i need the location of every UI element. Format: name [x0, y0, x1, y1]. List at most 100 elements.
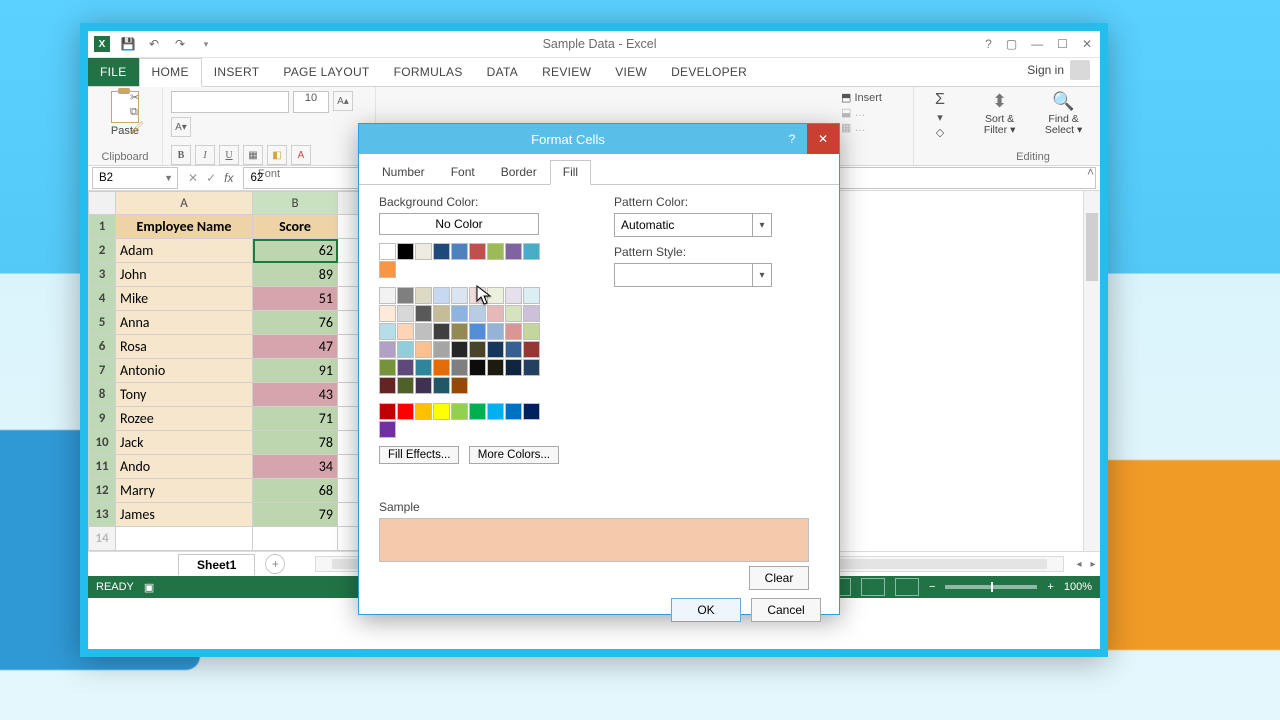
- vertical-scrollbar[interactable]: [1083, 191, 1100, 551]
- color-swatch[interactable]: [451, 403, 468, 420]
- color-swatch[interactable]: [505, 287, 522, 304]
- color-swatch[interactable]: [487, 287, 504, 304]
- view-page-break-button[interactable]: [895, 578, 919, 596]
- dialog-tab-fill[interactable]: Fill: [550, 160, 591, 185]
- color-swatch[interactable]: [415, 305, 432, 322]
- font-color-button[interactable]: A: [291, 145, 311, 165]
- row-header[interactable]: 13: [89, 503, 116, 527]
- color-swatch[interactable]: [379, 359, 396, 376]
- ribbon-display-icon[interactable]: ▢: [1006, 37, 1017, 51]
- tab-file[interactable]: FILE: [88, 58, 139, 86]
- color-swatch[interactable]: [523, 243, 540, 260]
- cell-name[interactable]: James: [116, 503, 253, 527]
- shrink-font-button[interactable]: A▾: [171, 117, 191, 137]
- color-swatch[interactable]: [487, 403, 504, 420]
- color-swatch[interactable]: [397, 323, 414, 340]
- zoom-slider[interactable]: [945, 585, 1037, 589]
- color-swatch[interactable]: [451, 287, 468, 304]
- row-header[interactable]: 10: [89, 431, 116, 455]
- format-painter-icon[interactable]: 🖌: [130, 121, 144, 134]
- color-swatch[interactable]: [523, 359, 540, 376]
- color-swatch[interactable]: [451, 305, 468, 322]
- col-header-b[interactable]: B: [253, 192, 338, 215]
- font-family-combo[interactable]: [171, 91, 289, 113]
- cell-name[interactable]: Rosa: [116, 335, 253, 359]
- zoom-in-icon[interactable]: +: [1047, 581, 1053, 593]
- color-swatch[interactable]: [469, 243, 486, 260]
- color-swatch[interactable]: [433, 341, 450, 358]
- cancel-button[interactable]: Cancel: [751, 598, 821, 622]
- color-swatch[interactable]: [505, 341, 522, 358]
- color-swatch[interactable]: [433, 403, 450, 420]
- cell-score[interactable]: 43: [253, 383, 338, 407]
- color-swatch[interactable]: [451, 341, 468, 358]
- color-swatch[interactable]: [379, 421, 396, 438]
- color-swatch[interactable]: [469, 323, 486, 340]
- row-header[interactable]: 8: [89, 383, 116, 407]
- qat-customize-icon[interactable]: ▾: [198, 36, 214, 52]
- minimize-icon[interactable]: —: [1031, 37, 1043, 51]
- cell-name[interactable]: Rozee: [116, 407, 253, 431]
- scroll-right-icon[interactable]: ▸: [1086, 557, 1100, 571]
- row-header[interactable]: 14: [89, 527, 116, 551]
- italic-button[interactable]: I: [195, 145, 215, 165]
- cell-score[interactable]: 78: [253, 431, 338, 455]
- color-swatch[interactable]: [397, 341, 414, 358]
- cell-name[interactable]: Marry: [116, 479, 253, 503]
- color-swatch[interactable]: [379, 287, 396, 304]
- tab-insert[interactable]: INSERT: [202, 59, 272, 86]
- color-swatch[interactable]: [379, 305, 396, 322]
- color-swatch[interactable]: [379, 377, 396, 394]
- cell-score[interactable]: 68: [253, 479, 338, 503]
- sheet-tab[interactable]: Sheet1: [178, 554, 255, 575]
- close-icon[interactable]: ✕: [1082, 37, 1092, 51]
- add-sheet-button[interactable]: +: [265, 554, 285, 574]
- pattern-style-combo[interactable]: ▾: [614, 263, 772, 287]
- scroll-left-icon[interactable]: ◂: [1072, 557, 1086, 571]
- font-size-combo[interactable]: 10: [293, 91, 329, 113]
- color-swatch[interactable]: [397, 403, 414, 420]
- row-header[interactable]: 9: [89, 407, 116, 431]
- table-header-cell[interactable]: Score: [253, 215, 338, 239]
- fill-color-button[interactable]: ◧: [267, 145, 287, 165]
- fill-down-icon[interactable]: ▾: [937, 111, 943, 124]
- tab-home[interactable]: HOME: [139, 58, 202, 87]
- bold-button[interactable]: B: [171, 145, 191, 165]
- color-swatch[interactable]: [523, 341, 540, 358]
- color-swatch[interactable]: [505, 243, 522, 260]
- ok-button[interactable]: OK: [671, 598, 741, 622]
- cell-score[interactable]: 51: [253, 287, 338, 311]
- cut-icon[interactable]: ✂: [130, 91, 144, 104]
- cell-score[interactable]: 79: [253, 503, 338, 527]
- help-icon[interactable]: ?: [985, 37, 992, 51]
- cell-name[interactable]: Anna: [116, 311, 253, 335]
- color-swatch[interactable]: [379, 323, 396, 340]
- cell-score[interactable]: 71: [253, 407, 338, 431]
- color-swatch[interactable]: [397, 243, 414, 260]
- format-cells-button[interactable]: ▦ …: [841, 121, 865, 134]
- no-color-button[interactable]: No Color: [379, 213, 539, 235]
- color-swatch[interactable]: [379, 341, 396, 358]
- color-swatch[interactable]: [469, 287, 486, 304]
- collapse-ribbon-icon[interactable]: ˄: [1087, 165, 1094, 179]
- sort-filter-button[interactable]: ⬍ Sort & Filter ▾: [974, 91, 1025, 136]
- color-swatch[interactable]: [415, 403, 432, 420]
- maximize-icon[interactable]: ☐: [1057, 37, 1068, 51]
- color-swatch[interactable]: [451, 359, 468, 376]
- cell-score[interactable]: 76: [253, 311, 338, 335]
- row-header[interactable]: 11: [89, 455, 116, 479]
- color-swatch[interactable]: [469, 341, 486, 358]
- tab-view[interactable]: VIEW: [603, 59, 659, 86]
- color-swatch[interactable]: [469, 359, 486, 376]
- color-swatch[interactable]: [487, 323, 504, 340]
- tab-data[interactable]: DATA: [475, 59, 530, 86]
- delete-cells-button[interactable]: ⬓ …: [841, 106, 865, 119]
- dialog-close-button[interactable]: ✕: [807, 124, 839, 154]
- row-header[interactable]: 1: [89, 215, 116, 239]
- color-swatch[interactable]: [415, 287, 432, 304]
- color-swatch[interactable]: [379, 261, 396, 278]
- clear-button[interactable]: Clear: [749, 566, 809, 590]
- grow-font-button[interactable]: A▴: [333, 91, 353, 111]
- fx-icon[interactable]: fx: [224, 171, 233, 185]
- color-swatch[interactable]: [397, 287, 414, 304]
